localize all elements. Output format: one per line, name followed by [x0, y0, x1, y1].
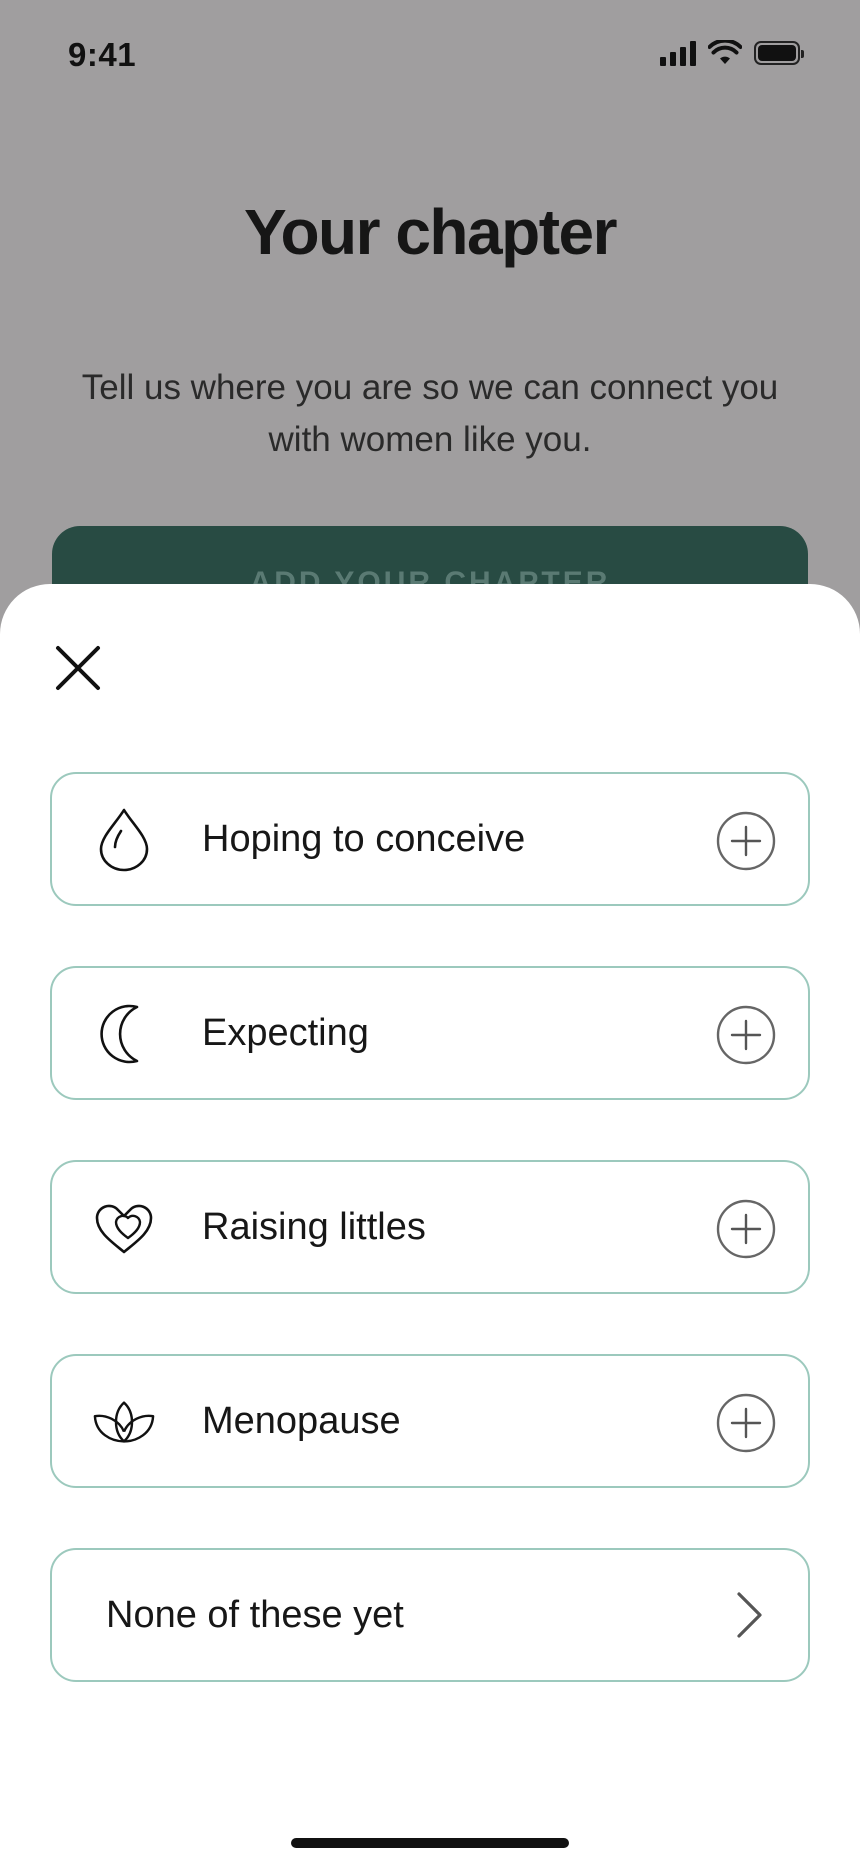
cellular-signal-icon: [660, 40, 696, 66]
crescent-moon-icon: [92, 1002, 156, 1066]
home-indicator[interactable]: [291, 1838, 569, 1848]
plus-circle-icon: [716, 811, 776, 871]
add-raising-littles-button[interactable]: [716, 1199, 776, 1259]
battery-icon: [754, 41, 804, 65]
lotus-leaves-icon: [92, 1390, 156, 1454]
option-none-of-these-yet[interactable]: None of these yet: [50, 1548, 810, 1682]
screen: 9:41 Your chapter Tell us where you are …: [0, 0, 860, 1864]
status-bar: 9:41: [0, 0, 860, 110]
chapter-picker-sheet: Hoping to conceive Expecting Raising lit…: [0, 584, 860, 1864]
add-menopause-button[interactable]: [716, 1393, 776, 1453]
status-time: 9:41: [68, 36, 137, 73]
status-icons: [660, 40, 804, 66]
droplet-icon: [92, 808, 156, 872]
close-button[interactable]: [52, 642, 104, 694]
add-expecting-button[interactable]: [716, 1005, 776, 1065]
option-hoping-to-conceive[interactable]: Hoping to conceive: [50, 772, 810, 906]
add-hoping-to-conceive-button[interactable]: [716, 811, 776, 871]
option-menopause[interactable]: Menopause: [50, 1354, 810, 1488]
option-label: Expecting: [202, 1011, 369, 1054]
option-label: None of these yet: [106, 1593, 404, 1636]
page-title: Your chapter: [244, 196, 618, 268]
chevron-right-icon: [724, 1590, 774, 1640]
plus-circle-icon: [716, 1005, 776, 1065]
option-expecting[interactable]: Expecting: [50, 966, 810, 1100]
option-raising-littles[interactable]: Raising littles: [50, 1160, 810, 1294]
close-icon: [56, 646, 100, 690]
double-heart-icon: [92, 1196, 156, 1260]
option-label: Raising littles: [202, 1205, 426, 1248]
wifi-icon: [708, 40, 742, 64]
page-subtitle: Tell us where you are so we can connect …: [81, 368, 779, 459]
option-label: Menopause: [202, 1399, 401, 1442]
plus-circle-icon: [716, 1393, 776, 1453]
option-label: Hoping to conceive: [202, 817, 526, 860]
plus-circle-icon: [716, 1199, 776, 1259]
